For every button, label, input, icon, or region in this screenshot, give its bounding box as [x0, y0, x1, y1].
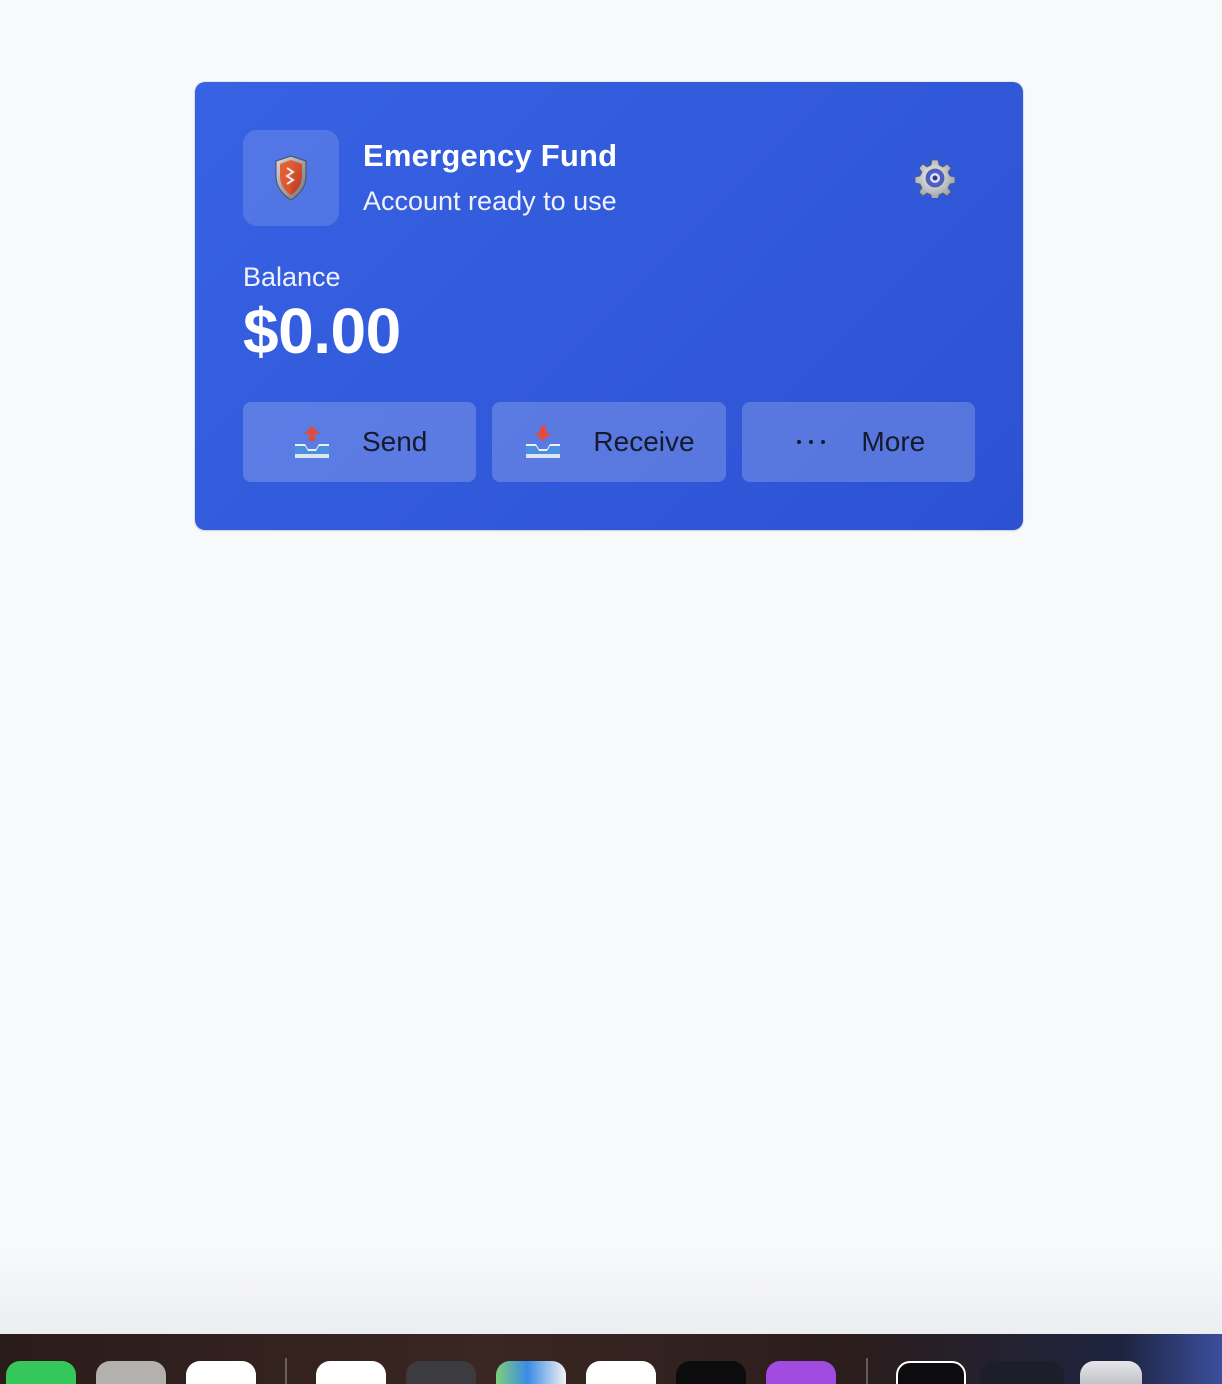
account-card: Emergency Fund Account ready to use Bala…	[195, 82, 1023, 530]
podcasts-icon[interactable]	[766, 1361, 836, 1384]
app-icon[interactable]	[896, 1361, 966, 1384]
settings-button[interactable]	[911, 154, 959, 202]
inbox-tray-icon	[523, 422, 563, 462]
app-icon[interactable]	[186, 1361, 256, 1384]
account-icon-tile	[243, 130, 339, 226]
send-label: Send	[361, 426, 428, 457]
shield-icon	[275, 155, 307, 201]
ellipsis-icon	[791, 422, 831, 462]
more-label: More	[861, 426, 926, 457]
app-icon[interactable]	[676, 1361, 746, 1384]
app-icon[interactable]	[586, 1361, 656, 1384]
page: Emergency Fund Account ready to use Bala…	[0, 0, 1222, 1384]
action-bar: Send Receive More	[243, 402, 975, 482]
balance-amount: $0.00	[243, 295, 401, 367]
window-preview-icon[interactable]	[980, 1361, 1064, 1384]
trash-icon[interactable]	[1080, 1361, 1142, 1384]
dock-separator	[285, 1358, 287, 1384]
receive-label: Receive	[593, 426, 695, 457]
gear-icon	[915, 159, 955, 198]
receive-button[interactable]: Receive	[492, 402, 726, 482]
keyboard-app-icon[interactable]	[406, 1361, 476, 1384]
dock-separator	[866, 1358, 868, 1384]
more-button[interactable]: More	[741, 402, 975, 482]
maps-icon[interactable]	[496, 1361, 566, 1384]
account-title: Emergency Fund	[363, 138, 618, 173]
messages-icon[interactable]	[6, 1361, 76, 1384]
account-status: Account ready to use	[363, 186, 617, 216]
balance-label: Balance	[243, 262, 341, 292]
send-button[interactable]: Send	[243, 402, 477, 482]
dock-shadow	[0, 1250, 1222, 1334]
activity-icon[interactable]	[96, 1361, 166, 1384]
app-icon[interactable]	[316, 1361, 386, 1384]
outbox-tray-icon	[292, 422, 332, 462]
